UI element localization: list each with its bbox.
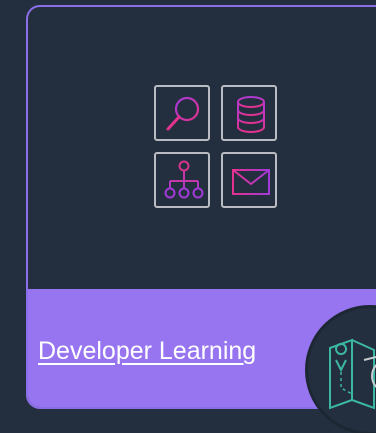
page: Developer Learning xyxy=(0,0,376,433)
hierarchy-icon xyxy=(164,160,204,199)
hierarchy-tile xyxy=(154,152,210,208)
mail-icon xyxy=(232,169,270,195)
database-icon xyxy=(237,96,265,133)
badge-circle xyxy=(305,305,376,433)
database-tile xyxy=(221,85,277,141)
map-location-icon xyxy=(329,338,376,410)
search-tile xyxy=(154,85,210,141)
search-icon xyxy=(166,96,200,131)
card-illustration xyxy=(28,7,376,289)
card-title-link[interactable]: Developer Learning xyxy=(38,337,256,366)
mail-tile xyxy=(221,152,277,208)
